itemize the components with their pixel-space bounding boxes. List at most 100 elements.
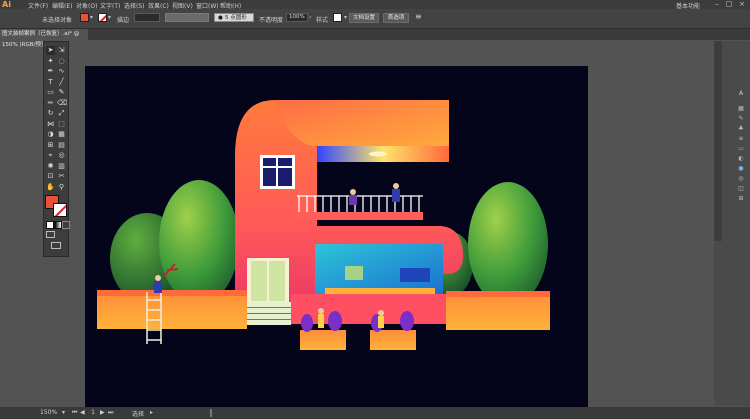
style-label: 样式 [316,17,329,24]
status-zoom-dropdown-icon[interactable]: ▾ [62,409,65,416]
panel-label: A [739,90,744,97]
balcony-slab [295,212,423,220]
preferences-button[interactable]: 首选项 [383,13,409,23]
gradient-tool-icon[interactable]: ▤ [57,141,66,150]
planter-person-head [318,308,324,314]
symbol-sprayer-tool-icon[interactable]: ✺ [46,162,55,171]
none-mode-icon[interactable] [62,221,70,229]
maximize-button[interactable]: □ [724,0,734,9]
ladder-person-head [155,275,161,281]
rotate-tool-icon[interactable]: ↻ [46,109,55,118]
variable-width-profile[interactable] [165,13,209,22]
graphic-style-swatch[interactable] [333,13,342,22]
artboard-tool-icon[interactable]: ⊡ [46,172,55,181]
pencil-tool-icon[interactable]: ✏ [46,99,55,108]
hand-tool-icon[interactable]: ✋ [46,183,55,192]
panel-color-icon[interactable]: ● [737,165,745,175]
ladder-person-body [154,281,162,293]
direct-selection-tool-icon[interactable]: ⇲ [57,46,66,55]
panel-artboards-icon[interactable]: ⊞ [737,195,745,205]
sofa [400,268,430,282]
stroke-label: 描边 [117,17,130,24]
color-mode-icon[interactable] [46,221,54,229]
window-mullion [276,158,278,186]
pen-tool-icon[interactable]: ✒ [46,67,55,76]
person-standing-body [392,189,400,202]
tree-left-front [159,180,239,304]
status-arrow-icon[interactable]: ▸ [150,409,153,416]
stroke-color-box[interactable] [53,203,67,217]
planter-person2-body [378,316,384,328]
panel-swatches-icon[interactable]: ▦ [737,105,745,115]
first-artboard-icon[interactable]: ⏮ [72,409,77,417]
wall-right-cap [446,291,550,297]
gradient-mode-icon[interactable] [54,221,62,229]
eraser-tool-icon[interactable]: ⌫ [57,99,67,108]
opacity-arrow-icon[interactable]: › [309,14,311,21]
planter-left [300,330,346,350]
panel-gradient-icon[interactable]: ▭ [737,145,745,155]
align-icon[interactable]: ≡ [415,12,425,22]
next-artboard-icon[interactable]: ▶ [100,409,105,416]
curvature-tool-icon[interactable]: ∿ [57,67,66,76]
app-logo: Ai [2,0,11,9]
style-dropdown-icon[interactable]: ▾ [344,14,347,21]
person-on-balcony-body [349,195,357,205]
type-tool-icon[interactable]: T [46,78,55,87]
wall-center [291,294,446,324]
panel-stroke-icon[interactable]: ≡ [737,135,745,145]
panel-transparency-icon[interactable]: ◐ [737,155,745,165]
artboard[interactable] [85,66,588,407]
free-transform-tool-icon[interactable]: ⬚ [57,120,66,129]
planter-right [370,330,416,350]
eyedropper-tool-icon[interactable]: ⌖ [46,151,55,160]
mesh-tool-icon[interactable]: ⊞ [46,141,55,150]
stroke-dropdown-icon[interactable]: ▾ [108,14,111,21]
prev-artboard-icon[interactable]: ◀ [80,409,85,416]
perspective-grid-tool-icon[interactable]: ▦ [57,130,66,139]
close-button[interactable]: × [737,0,747,9]
document-tab[interactable]: 图文装帧案例（已恢复）.ai* @ 150% (RGB/预览) [0,29,88,48]
scale-tool-icon[interactable]: ⤢ [57,109,66,118]
fill-dropdown-icon[interactable]: ▾ [90,14,93,21]
wall-picture [345,266,363,280]
minimize-button[interactable]: – [712,0,722,9]
slice-tool-icon[interactable]: ✂ [57,172,66,181]
stroke-swatch[interactable] [98,13,107,22]
no-stroke-icon [54,204,66,216]
lasso-tool-icon[interactable]: ◌ [57,57,66,66]
document-setup-button[interactable]: 文档设置 [349,13,379,23]
line-tool-icon[interactable]: ╱ [57,78,66,87]
fill-swatch[interactable] [80,13,89,22]
wall-left-cap [97,290,247,296]
stroke-weight-input[interactable] [134,13,160,22]
status-mode: 选择 [132,411,145,418]
blend-tool-icon[interactable]: ◎ [57,151,66,160]
paintbrush-tool-icon[interactable]: ✎ [57,88,66,97]
opacity-input[interactable]: 100% [286,13,308,22]
selection-tool-icon[interactable]: ➤ [46,46,55,55]
draw-mode-icon[interactable] [46,231,55,238]
last-artboard-icon[interactable]: ⏭ [108,409,113,417]
opacity-label[interactable]: 不透明度 [259,15,283,24]
panel-symbols-icon[interactable]: ♣ [737,125,745,135]
illustration [97,100,550,350]
artboard-number[interactable]: 1 [88,409,98,416]
zoom-tool-icon[interactable]: ⚲ [57,183,66,192]
width-tool-icon[interactable]: ⋈ [46,120,55,129]
brush-definition[interactable]: ● 5 点圆形 [214,13,254,22]
zoom-level[interactable]: 150% [40,409,57,416]
door-left-panel [251,261,267,301]
shape-builder-tool-icon[interactable]: ◑ [46,130,55,139]
panel-layers-icon[interactable]: ◫ [737,185,745,195]
magic-wand-tool-icon[interactable]: ✦ [46,57,55,66]
column-graph-tool-icon[interactable]: ▥ [57,162,66,171]
panel-icons: ▦ ✎ ♣ ≡ ▭ ◐ ● ◎ ◫ ⊞ [737,105,745,215]
document-tab-bar [0,29,750,40]
planter-person-body [318,314,324,328]
person-on-balcony-head [350,189,356,195]
panel-brushes-icon[interactable]: ✎ [737,115,745,125]
panel-appearance-icon[interactable]: ◎ [737,175,745,185]
rectangle-tool-icon[interactable]: ▭ [46,88,55,97]
screen-mode-icon[interactable] [51,242,61,249]
